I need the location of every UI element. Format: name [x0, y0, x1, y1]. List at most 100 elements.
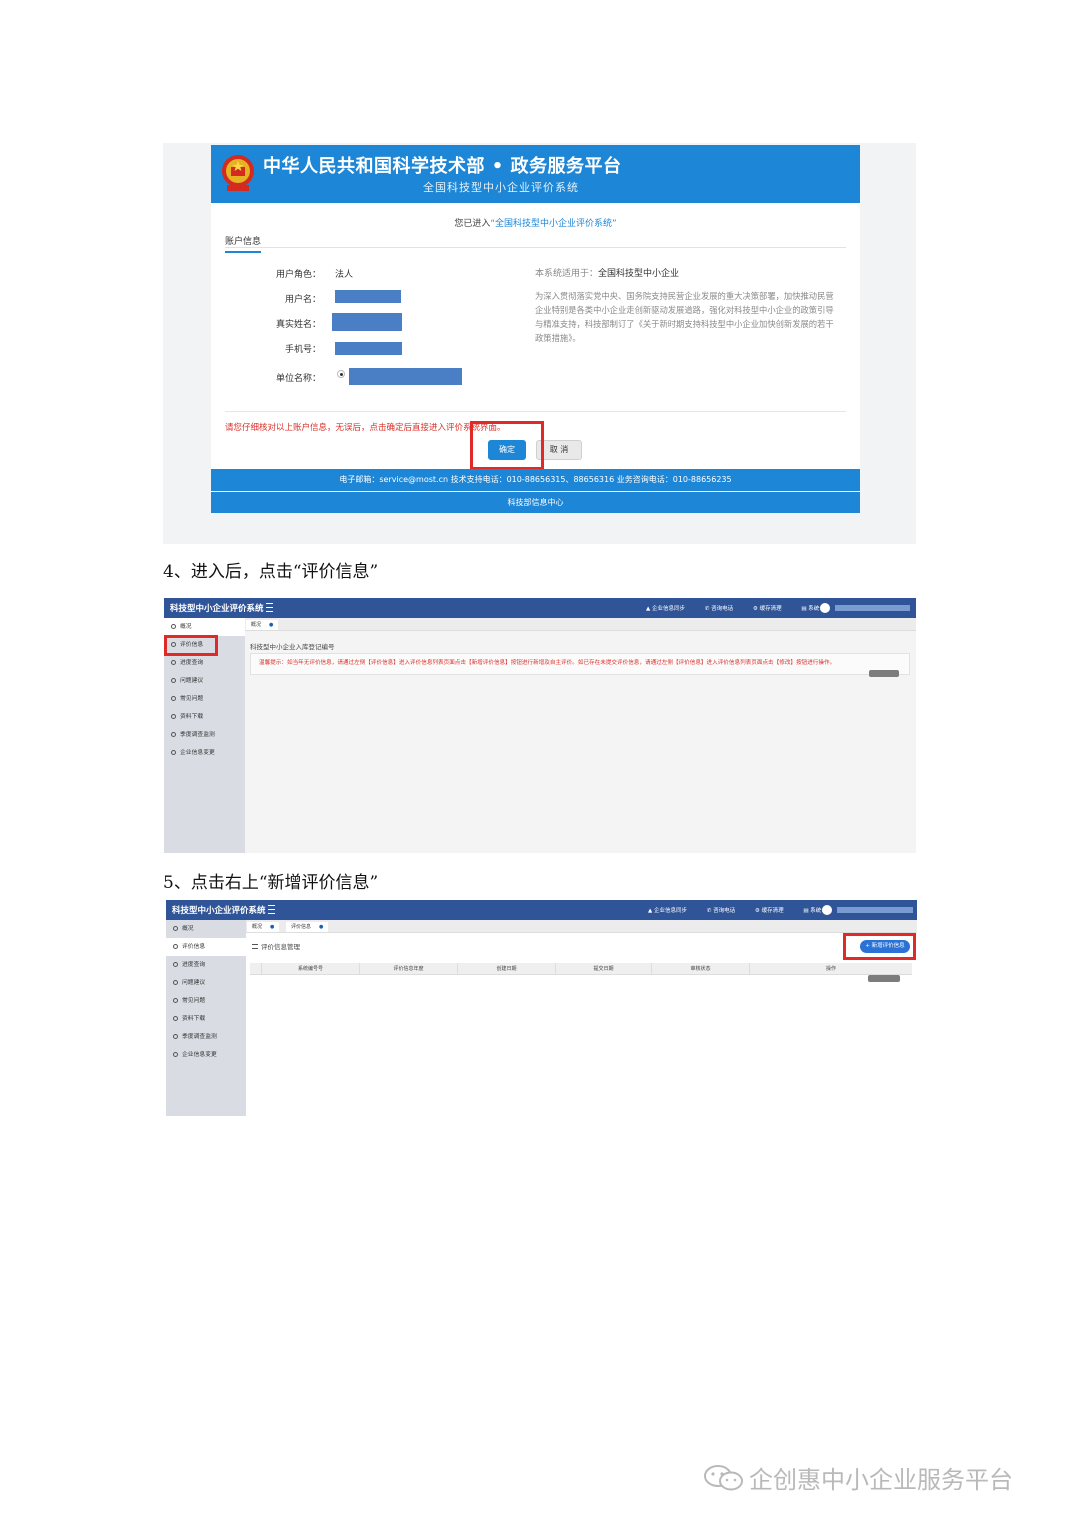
applicability-prefix: 本系统适用于： — [535, 269, 599, 279]
national-emblem-icon — [222, 155, 254, 191]
circle-icon — [173, 1015, 178, 1021]
sidebar-item-downloads[interactable]: 资料下载 — [166, 1010, 246, 1028]
col-system-id: 系统编号号 — [262, 963, 360, 975]
circle-icon — [173, 943, 178, 949]
company-redacted — [349, 368, 462, 385]
username-label: 用户名： — [284, 295, 321, 305]
welcome-prefix: 您已进入 — [454, 219, 491, 229]
app-header: 科技型中小企业评价系统 ▲ 企业信息同步 ✆ 咨询电话 ⚙ 缓存清理 ▤ 系统公… — [166, 900, 917, 920]
step-5-caption: 5、点击右上“新增评价信息” — [163, 873, 379, 893]
realname-label: 真实姓名： — [275, 320, 321, 330]
footer-contact: 电子邮箱：service@most.cn 技术支持电话：010-88656315… — [211, 469, 860, 491]
sidebar-item-downloads[interactable]: 资料下载 — [164, 708, 245, 726]
col-status: 审核状态 — [652, 963, 750, 975]
tab-overview[interactable]: 概况 ● — [247, 922, 280, 932]
banner-subtitle: 全国科技型中小企业评价系统 — [423, 181, 579, 194]
menu-toggle-icon[interactable] — [268, 905, 275, 914]
circle-icon — [173, 961, 178, 967]
circle-icon — [173, 979, 178, 985]
welcome-system-name: “全国科技型中小企业评价系统” — [490, 219, 617, 229]
sidebar-item-feedback[interactable]: 问题建议 — [164, 672, 245, 690]
sidebar-item-faq[interactable]: 常见问题 — [166, 992, 246, 1010]
phone-link[interactable]: ✆ 咨询电话 — [707, 908, 744, 914]
close-icon[interactable]: ● — [270, 924, 274, 930]
applicability-value: 全国科技型中小企业 — [598, 269, 680, 279]
tab-overview[interactable]: 概况 ● — [246, 620, 279, 630]
sidebar-item-progress[interactable]: 进度查询 — [164, 654, 245, 672]
main-content: 评价信息管理 + 新增评价信息 系统编号号 评价信息年度 创建日期 提交日期 审… — [246, 933, 917, 1116]
screenshot-account-confirm: 中华人民共和国科学技术部 • 政务服务平台 全国科技型中小企业评价系统 您已进入… — [163, 143, 916, 544]
account-confirm-panel: 中华人民共和国科学技术部 • 政务服务平台 全国科技型中小企业评价系统 您已进入… — [211, 145, 860, 513]
company-label: 单位名称： — [275, 374, 321, 384]
sidebar-item-overview[interactable]: 概况 — [166, 920, 246, 938]
username-redacted — [835, 605, 910, 611]
circle-icon — [171, 695, 176, 701]
screenshot-overview: 科技型中小企业评价系统 ▲ 企业信息同步 ✆ 咨询电话 ⚙ 缓存清理 ▤ 系统公… — [164, 598, 916, 853]
col-submitted: 提交日期 — [556, 963, 652, 975]
watermark: 企创惠中小企业服务平台 — [704, 1460, 1013, 1495]
sidebar-item-progress[interactable]: 进度查询 — [166, 956, 246, 974]
avatar[interactable] — [822, 905, 832, 915]
highlight-box-add — [843, 933, 916, 960]
footer-org: 科技部信息中心 — [211, 492, 860, 513]
chat-bubbles-icon — [704, 1465, 743, 1491]
sidebar: 概况 评价信息 进度查询 问题建议 常见问题 资料下载 季度调查监测 企业信息变… — [166, 920, 246, 1116]
sidebar-item-faq[interactable]: 常见问题 — [164, 690, 245, 708]
sidebar-item-feedback[interactable]: 问题建议 — [166, 974, 246, 992]
close-icon[interactable]: ● — [319, 924, 323, 930]
app-title: 科技型中小企业评价系统 — [170, 604, 264, 614]
cache-link[interactable]: ⚙ 缓存清理 — [755, 908, 793, 914]
role-label: 用户角色： — [275, 270, 321, 280]
header-links: ▲ 企业信息同步 ✆ 咨询电话 ⚙ 缓存清理 ▤ 系统公告 — [646, 604, 848, 612]
circle-icon — [173, 925, 178, 931]
tip-box: 温馨提示：如当年无评价信息，请通过左侧【评价信息】进入评价信息列表页面点击【新增… — [250, 653, 910, 675]
tab-underline-divider — [225, 247, 846, 248]
highlight-box-evaluation — [164, 635, 218, 656]
circle-icon — [171, 731, 176, 737]
main-content: 科技型中小企业入库登记编号 温馨提示：如当年无评价信息，请通过左侧【评价信息】进… — [245, 631, 916, 853]
policy-description: 为深入贯彻落实党中央、国务院支持民营企业发展的重大决策部署，加快推动民营企业特别… — [535, 291, 834, 343]
col-eval-year: 评价信息年度 — [360, 963, 458, 975]
sidebar-item-evaluation[interactable]: 评价信息 — [166, 938, 246, 956]
tab-account-info[interactable]: 账户信息 — [225, 234, 262, 253]
applicability-title: 本系统适用于：全国科技型中小企业 — [535, 266, 679, 279]
sidebar-item-company-change[interactable]: 企业信息变更 — [164, 744, 245, 762]
avatar[interactable] — [820, 603, 830, 613]
sidebar-item-company-change[interactable]: 企业信息变更 — [166, 1046, 246, 1064]
username-redacted — [335, 290, 401, 303]
cache-link[interactable]: ⚙ 缓存清理 — [753, 606, 791, 612]
banner-title: 中华人民共和国科学技术部 • 政务服务平台 — [263, 156, 622, 177]
phone-redacted — [335, 342, 402, 355]
app-header: 科技型中小企业评价系统 ▲ 企业信息同步 ✆ 咨询电话 ⚙ 缓存清理 ▤ 系统公… — [164, 598, 916, 618]
header-links: ▲ 企业信息同步 ✆ 咨询电话 ⚙ 缓存清理 ▤ 系统公告 — [648, 906, 850, 914]
sync-link[interactable]: ▲ 企业信息同步 — [646, 606, 694, 612]
circle-icon — [171, 749, 176, 755]
tab-evaluation[interactable]: 评价信息 ● — [286, 922, 329, 932]
select-all-checkbox[interactable] — [250, 963, 262, 975]
step-4-caption: 4、进入后，点击“评价信息” — [163, 562, 379, 582]
circle-icon — [173, 997, 178, 1003]
highlight-box-confirm — [470, 421, 544, 470]
floating-tool-icon[interactable] — [869, 670, 899, 677]
menu-toggle-icon[interactable] — [266, 603, 273, 612]
watermark-text: 企创惠中小企业服务平台 — [749, 1466, 1013, 1494]
screenshot-evaluation-list: 科技型中小企业评价系统 ▲ 企业信息同步 ✆ 咨询电话 ⚙ 缓存清理 ▤ 系统公… — [166, 900, 917, 1116]
circle-icon — [171, 623, 176, 629]
sync-link[interactable]: ▲ 企业信息同步 — [648, 908, 696, 914]
table-header-row: 系统编号号 评价信息年度 创建日期 提交日期 审核状态 操作 — [250, 963, 912, 975]
circle-icon — [171, 677, 176, 683]
register-number-title: 科技型中小企业入库登记编号 — [250, 643, 335, 651]
tip-text: 温馨提示：如当年无评价信息，请通过左侧【评价信息】进入评价信息列表页面点击【新增… — [259, 660, 836, 666]
floating-tool-icon[interactable] — [868, 975, 900, 982]
col-created: 创建日期 — [458, 963, 556, 975]
close-icon[interactable]: ● — [269, 622, 273, 628]
company-radio[interactable] — [337, 370, 345, 378]
phone-link[interactable]: ✆ 咨询电话 — [705, 606, 742, 612]
sidebar-item-survey[interactable]: 季度调查监测 — [166, 1028, 246, 1046]
circle-icon — [171, 713, 176, 719]
ministry-banner: 中华人民共和国科学技术部 • 政务服务平台 全国科技型中小企业评价系统 — [211, 145, 860, 203]
sidebar-item-survey[interactable]: 季度调查监测 — [164, 726, 245, 744]
circle-icon — [173, 1033, 178, 1039]
radio-dot-icon — [340, 373, 343, 376]
sidebar-item-overview[interactable]: 概况 — [164, 618, 245, 636]
